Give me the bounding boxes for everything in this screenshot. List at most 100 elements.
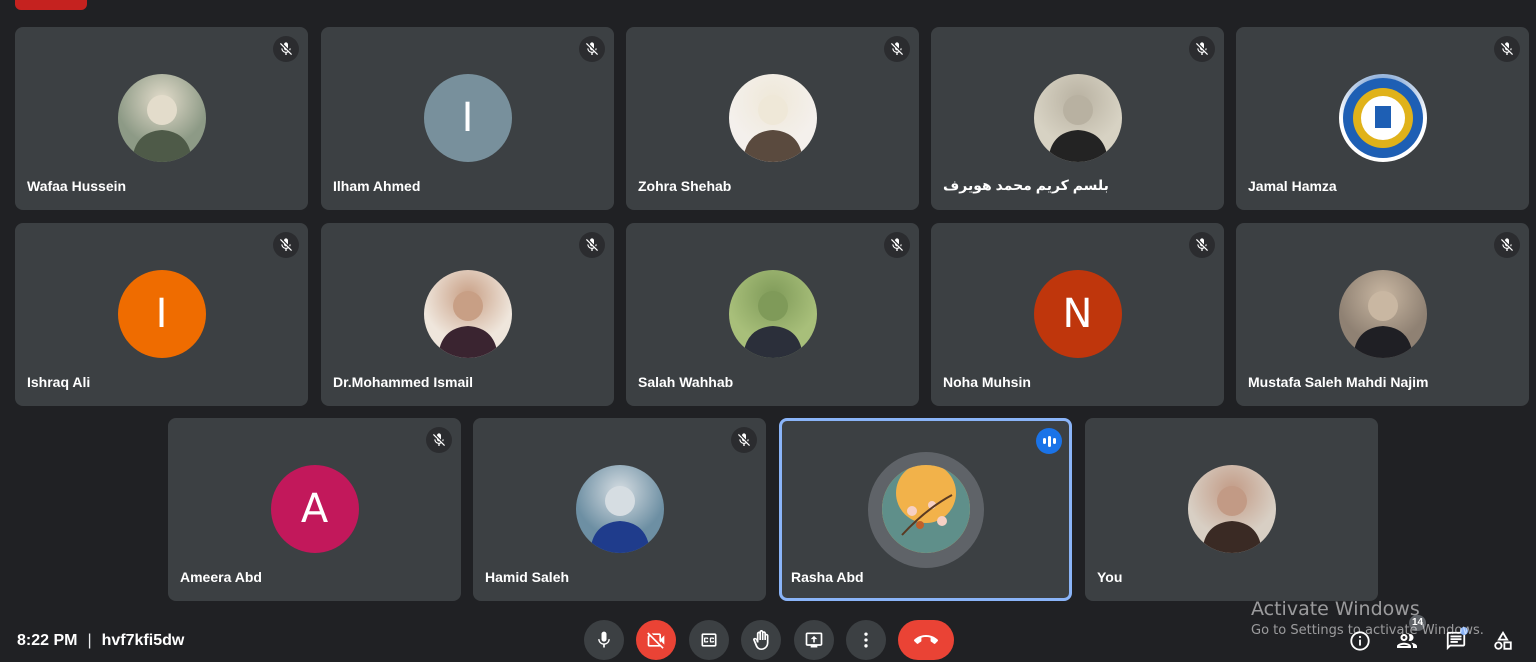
avatar [728, 270, 817, 358]
closed-captions-icon [701, 633, 717, 647]
participant-name: Salah Wahhab [638, 374, 734, 390]
info-icon [1350, 631, 1370, 651]
avatar [1338, 74, 1427, 162]
person-photo [1201, 486, 1262, 553]
people-count-badge: 14 [1409, 615, 1426, 631]
microphone-button[interactable] [584, 620, 624, 660]
captions-button[interactable] [689, 620, 729, 660]
participant-tile[interactable]: A Ameera Abd [168, 418, 461, 601]
mic-off-icon [884, 232, 910, 258]
participant-tile[interactable]: N Noha Muhsin [931, 223, 1224, 406]
meeting-info: 8:22 PM | hvf7kfi5dw [17, 632, 184, 650]
meet-call-window: Wafaa Hussein I Ilham Ahmed Zohra Shehab… [0, 0, 1536, 662]
participant-tile[interactable]: Mustafa Saleh Mahdi Najim [1236, 223, 1529, 406]
participant-name: Zohra Shehab [638, 178, 732, 194]
participant-name: Rasha Abd [791, 569, 864, 585]
hand-icon [753, 630, 769, 650]
mic-off-icon [731, 427, 757, 453]
participant-tile[interactable]: I Ishraq Ali [15, 223, 308, 406]
person-photo [742, 291, 803, 358]
participant-tile-active-speaker[interactable]: Rasha Abd [779, 418, 1072, 601]
participant-tile[interactable]: Hamid Saleh [473, 418, 766, 601]
avatar-initial: A [270, 465, 359, 553]
separator: | [87, 632, 92, 649]
avatar [728, 74, 817, 162]
participant-tile[interactable]: Jamal Hamza [1236, 27, 1529, 210]
mic-off-icon [579, 232, 605, 258]
participant-name: Ameera Abd [180, 569, 262, 585]
mic-off-glyph [280, 238, 292, 251]
camera-off-icon [647, 632, 665, 649]
people-button[interactable] [1394, 628, 1420, 654]
person-photo [742, 95, 803, 162]
participant-name: You [1097, 569, 1123, 585]
avatar [575, 465, 664, 553]
mic-off-glyph [433, 433, 445, 446]
mic-off-glyph [586, 238, 598, 251]
participant-name: Ishraq Ali [27, 374, 91, 390]
mic-off-icon [426, 427, 452, 453]
raise-hand-button[interactable] [741, 620, 781, 660]
participant-name: Dr.Mohammed Ismail [333, 374, 474, 390]
avatar [1033, 74, 1122, 162]
mic-off-icon [1494, 36, 1520, 62]
mic-off-glyph [280, 42, 292, 55]
mic-off-glyph [1501, 238, 1513, 251]
camera-off-button[interactable] [636, 620, 676, 660]
person-photo [131, 95, 192, 162]
call-controls-bar: 8:22 PM | hvf7kfi5dw [0, 612, 1536, 662]
mic-off-icon [1494, 232, 1520, 258]
mic-off-icon [273, 232, 299, 258]
avatar [423, 270, 512, 358]
recording-banner [15, 0, 87, 10]
participant-tile-self[interactable]: You [1085, 418, 1378, 601]
participant-name: Ilham Ahmed [333, 178, 421, 194]
more-vert-icon [864, 632, 868, 648]
mic-icon [598, 631, 610, 648]
mic-off-glyph [891, 238, 903, 251]
person-photo [1047, 95, 1108, 162]
blossom-photo [881, 465, 970, 553]
participant-tile[interactable]: Salah Wahhab [626, 223, 919, 406]
participant-tile[interactable]: Zohra Shehab [626, 27, 919, 210]
avatar [881, 465, 970, 553]
participant-tile[interactable]: بلسم كريم محمد هويرف [931, 27, 1224, 210]
chat-notification-dot [1460, 627, 1468, 635]
call-end-icon [914, 635, 938, 644]
present-icon [805, 632, 823, 648]
leave-call-button[interactable] [898, 620, 954, 660]
meeting-details-button[interactable] [1347, 628, 1373, 654]
participant-tile[interactable]: Dr.Mohammed Ismail [321, 223, 614, 406]
audio-level-icon [1036, 428, 1062, 454]
activities-button[interactable] [1490, 628, 1516, 654]
person-photo [437, 291, 498, 358]
avatar [1338, 270, 1427, 358]
activities-icon [1494, 630, 1512, 650]
person-photo [1352, 291, 1413, 358]
people-icon [1397, 634, 1417, 648]
mic-off-glyph [738, 433, 750, 446]
participant-name: Noha Muhsin [943, 374, 1031, 390]
participant-name: بلسم كريم محمد هويرف [943, 177, 1109, 193]
participant-tile[interactable]: I Ilham Ahmed [321, 27, 614, 210]
participant-name: Wafaa Hussein [27, 178, 127, 194]
participant-tile[interactable]: Wafaa Hussein [15, 27, 308, 210]
mic-off-glyph [586, 42, 598, 55]
mic-off-glyph [891, 42, 903, 55]
person-photo [589, 486, 650, 553]
mic-off-icon [579, 36, 605, 62]
participant-name: Mustafa Saleh Mahdi Najim [1248, 374, 1429, 390]
avatar-initial: N [1033, 270, 1122, 358]
mic-off-glyph [1196, 238, 1208, 251]
mic-off-glyph [1501, 42, 1513, 55]
clock-time: 8:22 PM [17, 632, 78, 649]
university-logo [1342, 78, 1423, 158]
avatar-initial: I [423, 74, 512, 162]
mic-off-icon [1189, 232, 1215, 258]
mic-off-icon [273, 36, 299, 62]
avatar-initial: I [117, 270, 206, 358]
mic-off-glyph [1196, 42, 1208, 55]
participant-name: Jamal Hamza [1248, 178, 1337, 194]
present-screen-button[interactable] [794, 620, 834, 660]
more-options-button[interactable] [846, 620, 886, 660]
